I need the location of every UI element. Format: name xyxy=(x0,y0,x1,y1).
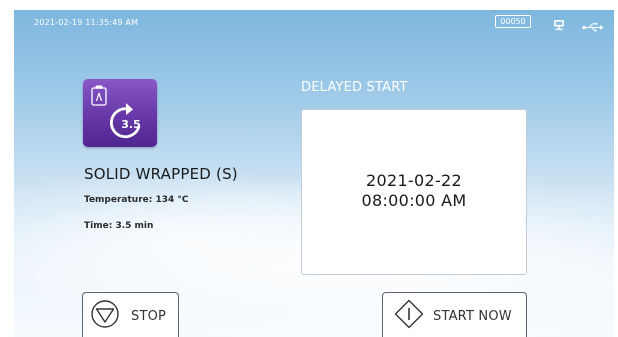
autoclave-screen: 2021-02-19 11:35:49 AM 00050 3.5 SOLID W… xyxy=(14,10,614,337)
program-icon: 3.5 xyxy=(83,79,157,147)
delayed-start-time: 08:00:00 AM xyxy=(361,191,467,210)
start-now-icon xyxy=(394,299,424,329)
stop-icon xyxy=(91,300,119,328)
program-name: SOLID WRAPPED (S) xyxy=(84,165,238,183)
delayed-start-title: DELAYED START xyxy=(301,80,408,95)
usb-icon xyxy=(582,17,604,32)
start-now-button-label: START NOW xyxy=(433,309,512,324)
cycle-counter: 00050 xyxy=(495,15,531,28)
program-icon-value: 3.5 xyxy=(121,118,141,131)
temperature-label: Temperature: 134 °C xyxy=(84,195,189,205)
status-datetime: 2021-02-19 11:35:49 AM xyxy=(34,18,139,27)
start-now-button[interactable]: START NOW xyxy=(382,292,527,337)
time-label: Time: 3.5 min xyxy=(84,221,154,231)
network-icon xyxy=(553,16,565,30)
status-bar: 2021-02-19 11:35:49 AM 00050 xyxy=(14,10,614,36)
stop-button-label: STOP xyxy=(131,309,167,324)
delayed-start-datetime-box[interactable]: 2021-02-22 08:00:00 AM xyxy=(301,109,527,275)
delayed-start-date: 2021-02-22 xyxy=(366,171,462,190)
stop-button[interactable]: STOP xyxy=(82,292,179,337)
